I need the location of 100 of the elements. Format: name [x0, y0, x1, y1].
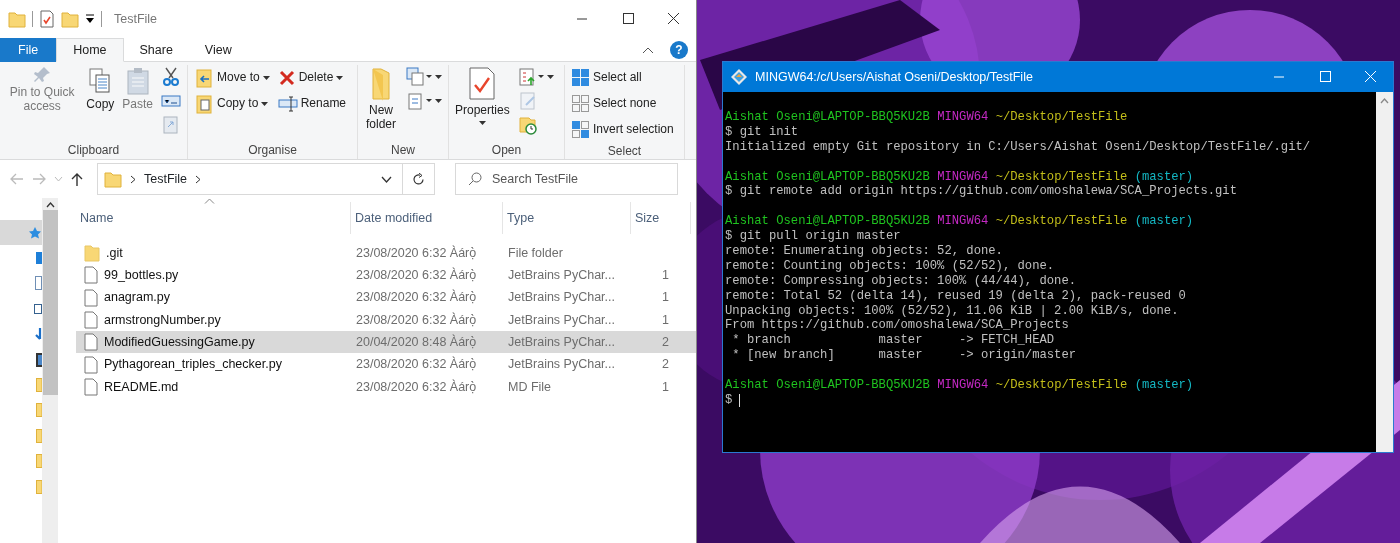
terminal-line: From https://github.com/omoshalewa/SCA_Projects: [725, 318, 1070, 334]
properties-icon: [467, 67, 498, 101]
ribbon-button[interactable]: Rename: [274, 91, 350, 116]
maximize-icon: [1317, 71, 1331, 83]
column-header[interactable]: Type: [503, 202, 631, 234]
group-label: Select: [606, 143, 643, 160]
select-all-icon: [571, 68, 590, 87]
group-label: Clipboard: [66, 142, 121, 159]
ribbon-button[interactable]: Invert selection: [568, 117, 677, 142]
ribbon-tab[interactable]: View: [188, 38, 248, 62]
group-label: Organise: [247, 142, 298, 159]
paste-shortcut-icon: [161, 114, 181, 135]
file-row[interactable]: README.md 23/08/2020 6:32 Àárọ̀ MD File 1: [76, 375, 696, 399]
sort-up-icon[interactable]: [204, 198, 215, 204]
film-icon: [36, 352, 42, 367]
caret-icon: [336, 75, 344, 80]
caret-icon: [435, 98, 442, 103]
prompt-line: Aishat Oseni@LAPTOP-BBQ5KU2B MINGW64 ~/Desktop/TestFile (master): [725, 378, 1195, 393]
breadcrumb[interactable]: TestFile: [144, 169, 188, 189]
ribbon-button[interactable]: New folder: [361, 65, 401, 134]
terminal-line: * branch master -> FETCH_HEAD: [731, 333, 1056, 349]
up-icon[interactable]: [71, 172, 83, 186]
terminal-line: remote: Counting objects: 100% (52/52), done.: [725, 258, 1056, 274]
file-name: 99_bottles.py: [104, 267, 179, 285]
file-size: 1: [661, 267, 670, 285]
move-to-icon: [194, 67, 214, 88]
ribbon-button[interactable]: Move to: [191, 65, 273, 90]
ribbon-button[interactable]: Delete: [274, 65, 350, 90]
ribbon-button[interactable]: [403, 65, 445, 88]
ribbon-button[interactable]: Select all: [568, 65, 677, 90]
scrollbar-thumb[interactable]: [42, 210, 58, 395]
folder-icon: [104, 170, 122, 188]
ribbon-button[interactable]: Copy: [83, 65, 118, 114]
file-row[interactable]: Pythagorean_triples_checker.py 23/08/2020 6:32 Àárọ̀ JetBrains PyChar... 2: [76, 353, 696, 376]
history-icon: [517, 114, 538, 135]
maximize-icon: [620, 13, 634, 25]
ribbon-button[interactable]: Properties: [452, 65, 513, 127]
chevron-up-icon[interactable]: [642, 45, 654, 54]
file-name: armstrongNumber.py: [104, 311, 221, 329]
file-row[interactable]: .git 23/08/2020 6:32 Àárọ̀ File folder: [76, 242, 696, 265]
caret-icon[interactable]: [85, 13, 95, 25]
terminal-line: $ git remote add origin https://github.com/omoshalewa/SCA_Projects.git: [725, 184, 1238, 200]
file-date: 23/08/2020 6:32 Àárọ̀: [355, 288, 478, 307]
column-header[interactable]: Date modified: [351, 202, 503, 234]
address-bar[interactable]: TestFile: [97, 163, 403, 195]
file-size: 1: [661, 378, 670, 396]
file-row[interactable]: anagram.py 23/08/2020 6:32 Àárọ̀ JetBrains PyChar... 1: [76, 286, 696, 309]
ribbon-button[interactable]: Copy to: [191, 91, 273, 116]
search-box[interactable]: Search TestFile: [455, 163, 678, 195]
group-label: New: [390, 142, 416, 159]
file-type: JetBrains PyChar...: [507, 333, 616, 351]
file-row[interactable]: armstrongNumber.py 23/08/2020 6:32 Àárọ̀ JetBrains PyChar... 1: [76, 308, 696, 332]
prompt-line: Aishat Oseni@LAPTOP-BBQ5KU2B MINGW64 ~/Desktop/TestFile: [725, 110, 1129, 125]
properties-icon[interactable]: [39, 10, 55, 28]
copy-to-icon: [194, 93, 214, 114]
folder-icon: [84, 244, 100, 263]
back-icon[interactable]: [10, 173, 24, 185]
invert-selection-icon: [571, 120, 590, 139]
chevron-right-icon: [195, 174, 202, 184]
terminal-line: * [new branch] master -> origin/master: [731, 348, 1078, 364]
search-field[interactable]: Search TestFile: [490, 168, 670, 190]
terminal-line: $: [725, 392, 733, 408]
file-type: JetBrains PyChar...: [507, 289, 616, 307]
ribbon-tab[interactable]: Share: [123, 38, 189, 62]
file-menu-button[interactable]: File: [0, 38, 57, 62]
terminal-line: Initialized empty Git repository in C:/Users/Aishat Oseni/Desktop/TestFile/.git/: [725, 139, 1312, 155]
ribbon-button[interactable]: Select none: [568, 91, 677, 116]
pin-icon: [33, 67, 51, 83]
file-size: 1: [661, 289, 670, 307]
star-icon: [28, 225, 42, 240]
caret-icon: [435, 74, 442, 79]
delete-icon: [277, 68, 296, 87]
file-date: 23/08/2020 6:32 Àárọ̀: [355, 266, 478, 285]
file-size: 1: [661, 311, 670, 329]
folder-icon: [369, 67, 393, 101]
chevron-down-icon[interactable]: [381, 175, 392, 183]
terminal-line: remote: Compressing objects: 100% (44/44), done.: [725, 273, 1078, 289]
file-size: 2: [661, 356, 670, 374]
edit-icon: [517, 90, 538, 111]
column-header[interactable]: Name: [76, 202, 351, 234]
terminal-line: remote: Total 52 (delta 14), reused 19 (delta 2), pack-reused 0: [725, 288, 1187, 304]
file-icon: [84, 355, 98, 374]
file-date: 23/08/2020 6:32 Àárọ̀: [355, 244, 478, 262]
file-row[interactable]: ModifiedGuessingGame.py 20/04/2020 8:48 Àárọ̀ JetBrains PyChar... 2: [76, 331, 696, 354]
forward-icon[interactable]: [32, 173, 46, 185]
column-header[interactable]: Size: [631, 202, 691, 234]
ribbon-tab[interactable]: Home: [56, 38, 124, 62]
file-row[interactable]: 99_bottles.py 23/08/2020 6:32 Àárọ̀ JetBrains PyChar... 1: [76, 264, 696, 287]
open-icon: [517, 66, 544, 87]
file-type: File folder: [507, 244, 564, 262]
window-title: MINGW64:/c/Users/Aishat Oseni/Desktop/TestFile: [755, 68, 1033, 86]
search-icon: [468, 172, 482, 186]
download-icon: [35, 328, 42, 341]
file-name: ModifiedGuessingGame.py: [104, 333, 255, 351]
easy-access-icon: [406, 90, 432, 111]
refresh-button[interactable]: [403, 163, 435, 195]
scroll-up-icon[interactable]: [45, 202, 55, 208]
file-name: Pythagorean_triples_checker.py: [104, 356, 282, 374]
text-cursor: [739, 393, 741, 407]
help-button[interactable]: ?: [670, 40, 688, 59]
